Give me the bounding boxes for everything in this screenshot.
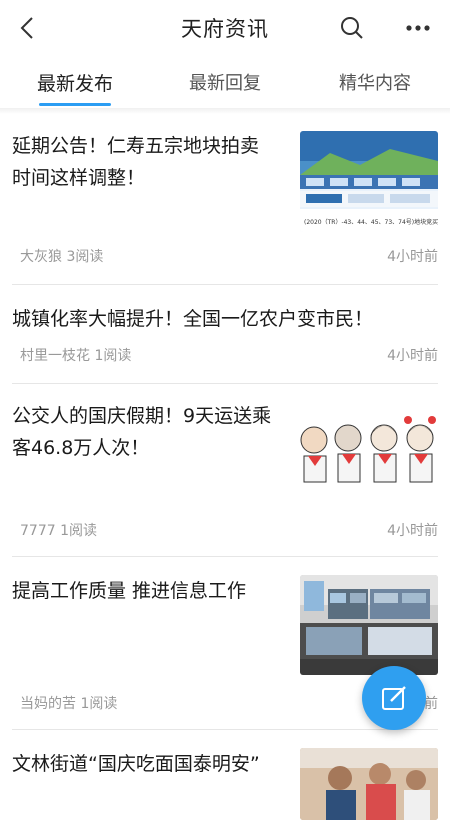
header-bar: 天府资讯: [0, 0, 450, 56]
article-thumbnail: (2020（TR）-43、44、45、73、74号)地块竞买公告: [300, 131, 438, 232]
article-time: 4小时前: [387, 348, 438, 364]
tab-label: 精华内容: [339, 73, 411, 94]
article-thumbnail: [300, 575, 438, 675]
article-time: 4小时前: [387, 523, 438, 539]
chevron-left-icon: [20, 17, 33, 39]
article-author-reads: 当妈的苦 1阅读: [20, 696, 118, 712]
tab-bar: 最新发布 最新回复 精华内容: [0, 56, 450, 109]
article-item[interactable]: 延期公告！仁寿五宗地块拍卖 时间这样调整！ (2020（TR）-43、44、45…: [12, 114, 438, 285]
tab-latest-replies[interactable]: 最新回复: [150, 56, 300, 108]
article-title: 提高工作质量 推进信息工作: [12, 580, 247, 602]
thumbnail-image: (2020（TR）-43、44、45、73、74号)地块竞买公告: [300, 131, 438, 232]
page-title: 天府资讯: [181, 17, 269, 41]
compose-icon: [382, 686, 406, 710]
article-item[interactable]: 城镇化率大幅提升！全国一亿农户变市民！ 村里一枝花 1阅读 4小时前: [12, 285, 438, 384]
search-icon: [341, 17, 363, 39]
tab-label: 最新发布: [36, 72, 113, 95]
article-thumbnail: [300, 748, 438, 820]
article-title: 公交人的国庆假期！9天运送乘 客46.8万人次！: [12, 405, 272, 459]
monitor-room-image: [300, 575, 438, 675]
article-title: 城镇化率大幅提升！全国一亿农户变市民！: [12, 308, 374, 330]
tab-latest-posts[interactable]: 最新发布: [0, 56, 150, 108]
article-title: 文林街道“国庆吃面国泰明安”: [12, 753, 260, 775]
compose-button[interactable]: [362, 666, 426, 730]
svg-text:(2020（TR）-43、44、45、73、74号)地块竞买: (2020（TR）-43、44、45、73、74号)地块竞买公告: [304, 218, 438, 226]
article-item[interactable]: 文林街道“国庆吃面国泰明安”: [12, 730, 438, 820]
article-thumbnail: [296, 406, 438, 496]
article-author-reads: 大灰狼 3阅读: [20, 249, 104, 265]
article-time: 4小时前: [387, 249, 438, 265]
tab-label: 最新回复: [189, 73, 261, 94]
back-button[interactable]: [8, 8, 48, 48]
article-author-reads: 7777 1阅读: [20, 523, 97, 539]
article-author-reads: 村里一枝花 1阅读: [20, 348, 132, 364]
tab-featured[interactable]: 精华内容: [300, 56, 450, 108]
article-title: 延期公告！仁寿五宗地块拍卖 时间这样调整！: [12, 135, 260, 189]
search-button[interactable]: [334, 10, 370, 46]
active-tab-indicator: [39, 103, 111, 106]
more-horizontal-icon: [406, 25, 430, 31]
more-button[interactable]: [400, 10, 436, 46]
article-item[interactable]: 公交人的国庆假期！9天运送乘 客46.8万人次！ 7777 1阅读 4小时前: [12, 384, 438, 557]
cartoon-faces-image: [300, 416, 436, 483]
people-eating-image: [300, 748, 438, 820]
